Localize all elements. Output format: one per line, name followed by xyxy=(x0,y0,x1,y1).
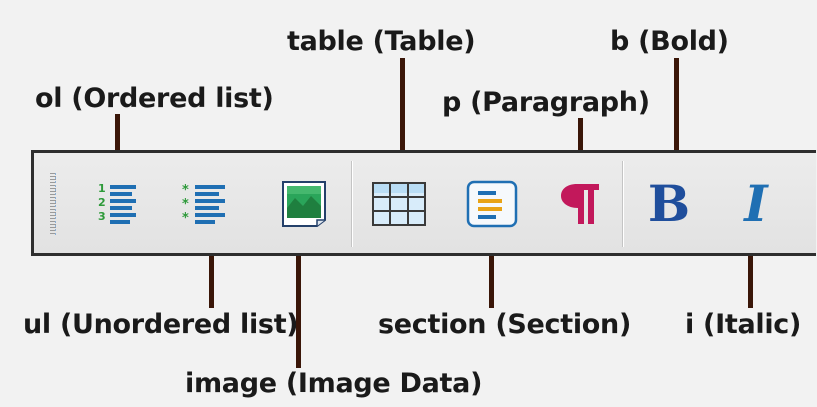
table-icon xyxy=(371,181,427,227)
bold-icon: B xyxy=(647,174,691,233)
unordered-list-button[interactable]: * * * xyxy=(178,175,234,233)
label-section: section (Section) xyxy=(378,309,631,340)
label-bold: b (Bold) xyxy=(610,26,729,57)
svg-text:2: 2 xyxy=(98,196,106,209)
label-table: table (Table) xyxy=(287,26,476,57)
table-button[interactable] xyxy=(371,175,427,233)
leader-bold xyxy=(674,58,679,152)
label-unordered-list: ul (Unordered list) xyxy=(23,309,299,340)
bold-button[interactable]: B xyxy=(641,175,697,233)
svg-text:1: 1 xyxy=(98,182,106,195)
label-italic: i (Italic) xyxy=(685,309,802,340)
svg-text:3: 3 xyxy=(98,210,106,223)
italic-icon: I xyxy=(744,174,768,233)
pilcrow-icon xyxy=(559,180,603,228)
toolbar-separator xyxy=(351,161,353,247)
italic-button[interactable]: I xyxy=(728,175,784,233)
unordered-list-icon: * * * xyxy=(181,182,231,226)
svg-text:*: * xyxy=(182,197,189,212)
leader-italic xyxy=(748,254,753,308)
leader-unordered-list xyxy=(209,254,214,308)
leader-section xyxy=(489,254,494,308)
toolbar-grip-handle[interactable] xyxy=(50,173,56,235)
svg-text:*: * xyxy=(182,211,189,226)
image-icon xyxy=(281,180,327,228)
ordered-list-button[interactable]: 1 2 3 xyxy=(90,175,146,233)
label-paragraph: p (Paragraph) xyxy=(442,87,650,118)
leader-ordered-list xyxy=(115,114,120,152)
leader-image xyxy=(296,254,301,368)
paragraph-button[interactable] xyxy=(553,175,609,233)
label-ordered-list: ol (Ordered list) xyxy=(35,83,274,114)
section-button[interactable] xyxy=(464,175,520,233)
svg-text:*: * xyxy=(182,183,189,198)
leader-table xyxy=(400,58,405,152)
image-button[interactable] xyxy=(276,175,332,233)
section-icon xyxy=(466,180,518,228)
toolbar: 1 2 3 * * * B I xyxy=(31,150,816,256)
leader-paragraph xyxy=(578,118,583,152)
ordered-list-icon: 1 2 3 xyxy=(96,182,140,226)
label-image: image (Image Data) xyxy=(185,368,483,399)
toolbar-separator xyxy=(622,161,624,247)
